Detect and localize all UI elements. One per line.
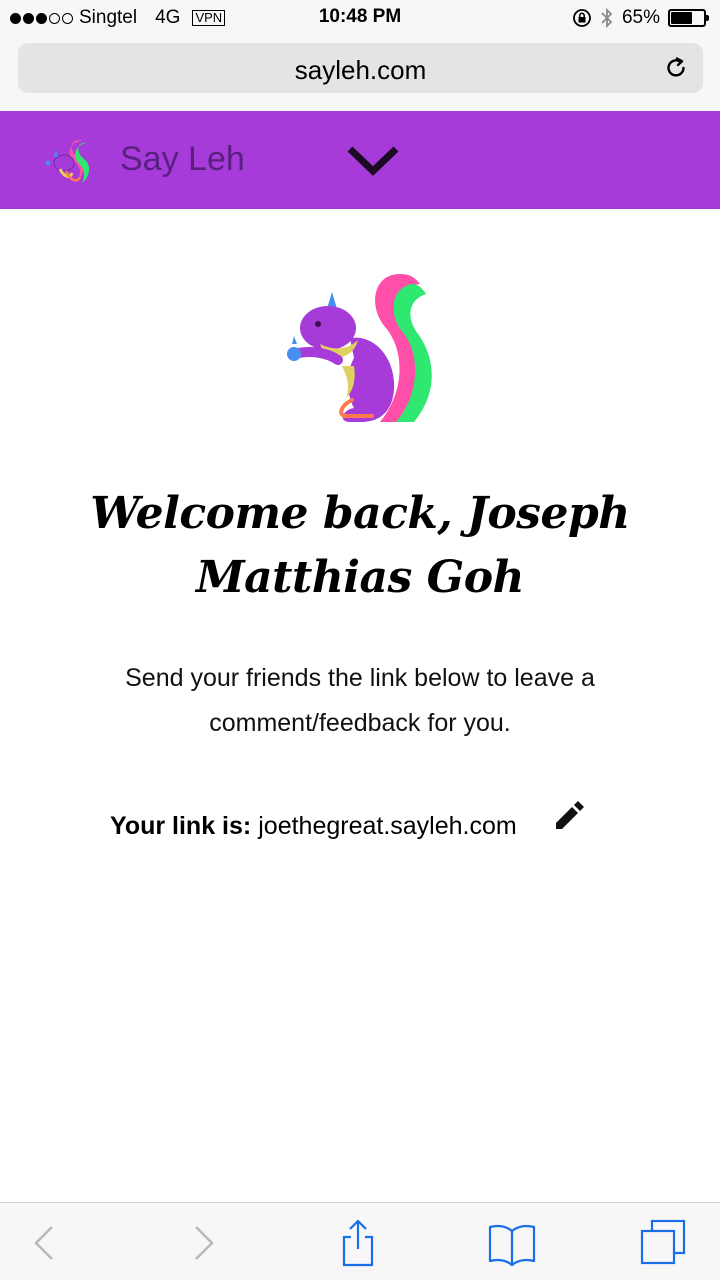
battery-icon bbox=[668, 9, 709, 27]
share-icon[interactable] bbox=[334, 1219, 382, 1267]
status-bar: Singtel 4G VPN 10:48 PM 65% bbox=[0, 0, 720, 36]
forward-arrow-icon[interactable] bbox=[180, 1219, 228, 1267]
address-bar-url[interactable]: sayleh.com bbox=[18, 55, 703, 86]
user-link[interactable]: joethegreat.sayleh.com bbox=[258, 812, 516, 841]
address-bar[interactable]: sayleh.com bbox=[18, 43, 703, 93]
say-leh-logo-icon[interactable] bbox=[40, 133, 98, 193]
rotation-lock-icon bbox=[573, 9, 591, 27]
link-label: Your link is: bbox=[110, 811, 252, 840]
pencil-edit-icon[interactable] bbox=[552, 799, 586, 833]
site-navbar: Say Leh bbox=[0, 111, 720, 209]
bluetooth-icon bbox=[601, 7, 613, 29]
squirrel-mascot-icon bbox=[287, 274, 432, 422]
status-right: 65% bbox=[572, 6, 709, 30]
instruction-text: Send your friends the link below to leav… bbox=[125, 664, 595, 737]
battery-percent: 65% bbox=[621, 7, 660, 28]
tabs-icon[interactable] bbox=[640, 1219, 688, 1267]
battery-level bbox=[671, 12, 692, 24]
chevron-down-icon[interactable] bbox=[344, 141, 402, 181]
bookmarks-icon[interactable] bbox=[488, 1219, 536, 1267]
reload-icon[interactable] bbox=[663, 55, 689, 81]
welcome-heading: Welcome back, Joseph Matthias Goh bbox=[90, 488, 630, 603]
back-arrow-icon[interactable] bbox=[20, 1219, 68, 1267]
brand-title[interactable]: Say Leh bbox=[120, 140, 245, 179]
browser-toolbar bbox=[0, 1202, 720, 1280]
browser-address-area: sayleh.com bbox=[0, 36, 720, 111]
link-row: Your link is: joethegreat.sayleh.com bbox=[110, 808, 517, 844]
